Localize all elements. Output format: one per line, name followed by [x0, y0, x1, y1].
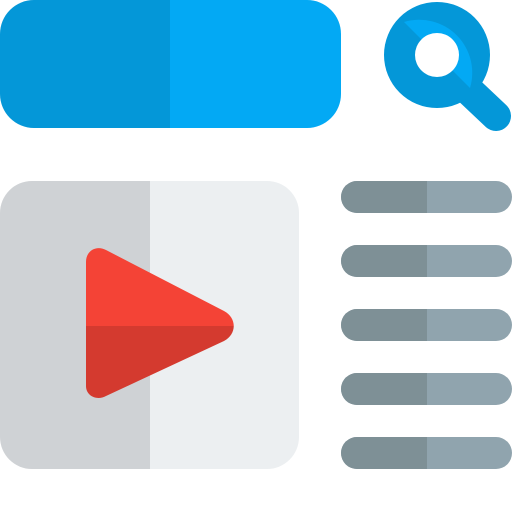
text-line-4 — [341, 373, 512, 405]
text-line-5 — [341, 437, 512, 469]
search-bar-right — [170, 0, 341, 128]
search-bar[interactable] — [0, 0, 341, 128]
magnifier-icon[interactable] — [384, 2, 511, 131]
text-line-1 — [341, 181, 512, 213]
video-thumbnail[interactable] — [0, 181, 299, 469]
magnifier-lens — [415, 33, 459, 77]
text-lines — [341, 181, 512, 469]
video-search-icon — [0, 0, 512, 469]
video-search-illustration — [0, 0, 512, 512]
search-bar-left — [0, 0, 170, 128]
text-line-2 — [341, 245, 512, 277]
text-line-3 — [341, 309, 512, 341]
